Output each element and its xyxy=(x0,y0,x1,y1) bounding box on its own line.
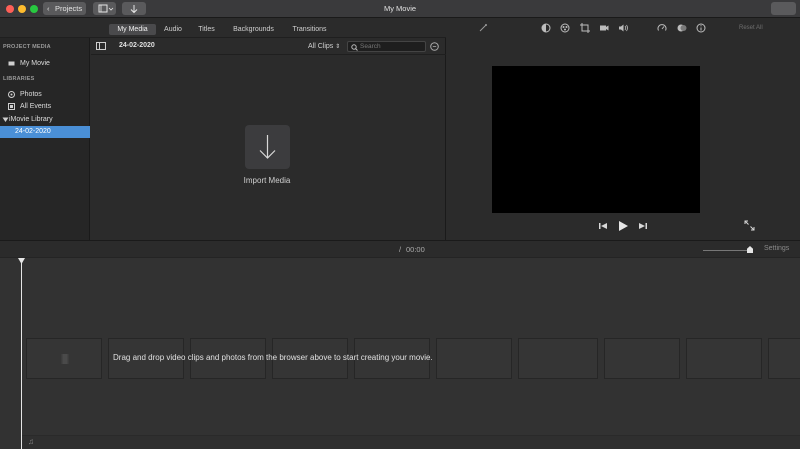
timeline-clip-slot xyxy=(26,338,102,379)
sidebar-item-label: All Events xyxy=(20,103,52,110)
clip-info-icon[interactable] xyxy=(696,23,706,33)
photos-icon xyxy=(8,91,15,98)
timeline-header: / 00:00 Settings xyxy=(0,240,800,258)
timeline-clip-slot xyxy=(436,338,512,379)
import-media-label[interactable]: Import Media xyxy=(217,176,317,185)
adjustments-bar: Reset All xyxy=(447,19,800,38)
sidebar-item-event-selected[interactable]: 24-02-2020 xyxy=(0,126,90,138)
tab-audio[interactable]: Audio xyxy=(160,24,186,35)
tab-transitions[interactable]: Transitions xyxy=(287,24,332,35)
timeline-clip-slot xyxy=(518,338,598,379)
sidebar-item-imovie-library[interactable]: iMovie Library xyxy=(0,114,90,125)
timecode: 00:00 xyxy=(406,245,425,254)
color-balance-icon[interactable] xyxy=(541,23,551,33)
viewer-panel xyxy=(447,38,800,240)
window-title: My Movie xyxy=(383,4,417,13)
sidebar-item-label: My Movie xyxy=(20,60,50,67)
skip-forward-icon[interactable] xyxy=(638,221,648,231)
skip-back-icon[interactable] xyxy=(598,221,608,231)
search-placeholder: Search xyxy=(360,43,381,50)
noise-reduction-icon[interactable] xyxy=(677,23,687,33)
film-strip-icon xyxy=(61,354,69,364)
project-media-heading: PROJECT MEDIA xyxy=(3,44,51,50)
fullscreen-icon[interactable] xyxy=(744,220,755,231)
viewer-screen xyxy=(492,66,700,213)
clip-filter-value: All Clips xyxy=(308,43,334,50)
sidebar-item-my-movie[interactable]: My Movie xyxy=(0,58,90,69)
playhead[interactable] xyxy=(21,258,22,449)
media-tab-bar: My Media Audio Titles Backgrounds Transi… xyxy=(0,19,446,38)
timeline-clip-slot xyxy=(686,338,762,379)
timeline-settings-button[interactable]: Settings xyxy=(764,245,789,252)
zoom-slider-thumb[interactable] xyxy=(747,246,753,253)
timeline-clip-slot xyxy=(768,338,800,379)
timecode-separator: / xyxy=(399,245,402,254)
browser-toolbar: 24-02-2020 All Clips ⇕ Search xyxy=(91,38,446,55)
timeline-placeholder-text: Drag and drop video clips and photos fro… xyxy=(113,353,433,362)
sidebar-item-label: 24-02-2020 xyxy=(15,128,51,135)
film-icon xyxy=(8,61,15,66)
tab-my-media[interactable]: My Media xyxy=(109,24,156,35)
search-input[interactable]: Search xyxy=(347,41,426,52)
music-note-icon: ♫ xyxy=(28,437,34,446)
event-title: 24-02-2020 xyxy=(119,42,155,49)
sidebar-item-all-events[interactable]: All Events xyxy=(0,101,90,112)
sidebar-item-photos[interactable]: Photos xyxy=(0,89,90,100)
sidebar-item-label: iMovie Library xyxy=(9,116,53,123)
tab-backgrounds[interactable]: Backgrounds xyxy=(228,24,279,35)
stabilization-icon[interactable] xyxy=(599,23,609,33)
tab-titles[interactable]: Titles xyxy=(193,24,220,35)
media-browser: 24-02-2020 All Clips ⇕ Search Import Med… xyxy=(91,38,446,240)
up-down-chevron-icon: ⇕ xyxy=(335,44,341,50)
share-button[interactable] xyxy=(771,2,796,15)
play-icon[interactable] xyxy=(617,220,629,232)
timeline[interactable]: Drag and drop video clips and photos fro… xyxy=(0,258,800,449)
disclosure-triangle-icon[interactable] xyxy=(2,116,9,123)
speed-icon[interactable] xyxy=(657,23,667,33)
title-bar: ‹ Projects My Movie xyxy=(0,0,800,18)
toggle-sidebar-icon[interactable] xyxy=(96,42,106,50)
color-correction-icon[interactable] xyxy=(560,23,570,33)
import-media-button[interactable] xyxy=(245,125,290,169)
events-icon xyxy=(8,103,15,110)
clip-filter-select[interactable]: All Clips ⇕ xyxy=(308,41,340,52)
audio-lane[interactable]: ♫ xyxy=(22,435,800,449)
playhead-handle-icon[interactable] xyxy=(18,258,25,264)
timeline-clip-slot xyxy=(604,338,680,379)
reset-all-button[interactable]: Reset All xyxy=(739,25,763,31)
zoom-slider[interactable] xyxy=(703,246,753,253)
search-icon xyxy=(351,44,358,51)
volume-icon[interactable] xyxy=(618,23,629,33)
magic-wand-icon[interactable] xyxy=(478,23,488,33)
libraries-sidebar: PROJECT MEDIA My Movie LIBRARIES Photos … xyxy=(0,38,90,240)
browser-settings-icon[interactable] xyxy=(430,42,439,51)
crop-icon[interactable] xyxy=(580,23,590,33)
libraries-heading: LIBRARIES xyxy=(3,76,35,82)
sidebar-item-label: Photos xyxy=(20,91,42,98)
import-down-arrow-icon xyxy=(259,135,276,159)
